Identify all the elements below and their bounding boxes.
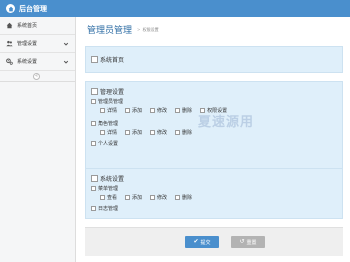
admin-action-checkbox[interactable] <box>100 108 105 113</box>
page-title: 管理员管理 <box>87 26 133 36</box>
menu-action-checkbox[interactable] <box>150 195 156 200</box>
system-label: 系统设置 <box>100 176 125 183</box>
breadcrumb: > 权限设置 <box>137 27 159 33</box>
admin-action-checkbox[interactable] <box>125 108 131 113</box>
chevron-down-icon <box>63 59 69 65</box>
sidebar-item-system[interactable]: 系统设置 <box>0 53 75 71</box>
main-content: 管理员管理 > 权限设置 系统首页 管理设置 管理员管理 详情 添加 修改 删除 <box>77 17 350 262</box>
log-label: 日志管理 <box>98 206 119 212</box>
app-title: 后台管理 <box>19 4 47 13</box>
sidebar-item-home[interactable]: 系统首页 <box>0 17 75 35</box>
menu-action-label: 查看 <box>107 195 118 201</box>
breadcrumb-current[interactable]: 权限设置 <box>143 27 159 32</box>
breadcrumb-arrow: > <box>137 27 141 32</box>
home-label: 系统首页 <box>100 57 125 64</box>
submit-label: 提交 <box>200 239 211 246</box>
role-action-label: 删除 <box>182 130 193 136</box>
home-checkbox[interactable] <box>91 56 98 63</box>
chevron-down-icon <box>63 41 69 47</box>
admin-action-checkbox[interactable] <box>150 108 156 113</box>
admin-action-label: 详情 <box>107 108 118 114</box>
personal-settings-label: 个人设置 <box>98 141 119 147</box>
log-checkbox[interactable] <box>91 206 96 211</box>
panel-home: 系统首页 <box>85 46 343 73</box>
menu-group-checkbox[interactable] <box>91 186 96 191</box>
role-group-label: 角色管理 <box>98 121 119 127</box>
reset-button[interactable]: ↺ 重置 <box>231 236 265 248</box>
role-action-label: 修改 <box>157 130 168 136</box>
admin-action-label: 修改 <box>157 108 168 114</box>
sidebar-collapse-row: « <box>0 71 75 82</box>
check-icon: ✔ <box>193 238 199 245</box>
users-icon <box>5 40 13 48</box>
admin-group-label: 管理员管理 <box>98 99 124 105</box>
menu-action-checkbox[interactable] <box>175 195 181 200</box>
menu-group-label: 菜单管理 <box>98 186 119 192</box>
sidebar-item-label: 管理设置 <box>17 41 38 47</box>
role-action-label: 添加 <box>132 130 143 136</box>
form-footer: ✔ 提交 ↺ 重置 <box>85 227 343 256</box>
watermark: 夏速源用 <box>198 115 255 130</box>
admin-action-label: 添加 <box>132 108 143 114</box>
role-action-checkbox[interactable] <box>175 130 181 135</box>
admin-action-label: 删除 <box>182 108 193 114</box>
sidebar-item-management[interactable]: 管理设置 <box>0 35 75 53</box>
reset-label: 重置 <box>246 239 257 246</box>
menu-action-label: 删除 <box>182 195 193 201</box>
role-action-label: 详情 <box>107 130 118 136</box>
menu-action-label: 修改 <box>157 195 168 201</box>
menu-action-checkbox[interactable] <box>100 195 105 200</box>
management-label: 管理设置 <box>100 89 125 96</box>
management-checkbox[interactable] <box>91 88 98 95</box>
undo-icon: ↺ <box>239 238 245 245</box>
gears-icon <box>5 58 13 66</box>
role-action-checkbox[interactable] <box>100 130 105 135</box>
panel-system: 系统设置 菜单管理 查看 添加 修改 删除 日志管理 <box>85 168 343 219</box>
admin-action-checkbox[interactable] <box>175 108 181 113</box>
sidebar: 系统首页 管理设置 系统设置 « <box>0 17 76 262</box>
home-icon <box>5 22 13 30</box>
role-action-checkbox[interactable] <box>125 130 131 135</box>
collapse-sidebar-icon[interactable]: « <box>33 73 40 80</box>
top-bar: 后台管理 <box>0 0 350 17</box>
sidebar-item-label: 系统首页 <box>17 23 38 29</box>
menu-action-checkbox[interactable] <box>125 195 131 200</box>
personal-settings-checkbox[interactable] <box>91 141 96 146</box>
sidebar-item-label: 系统设置 <box>17 59 38 65</box>
home-logo-icon <box>6 4 15 13</box>
menu-action-label: 添加 <box>132 195 143 201</box>
system-checkbox[interactable] <box>91 175 98 182</box>
role-group-checkbox[interactable] <box>91 121 96 126</box>
role-action-checkbox[interactable] <box>150 130 156 135</box>
submit-button[interactable]: ✔ 提交 <box>185 236 219 248</box>
admin-group-checkbox[interactable] <box>91 99 96 104</box>
